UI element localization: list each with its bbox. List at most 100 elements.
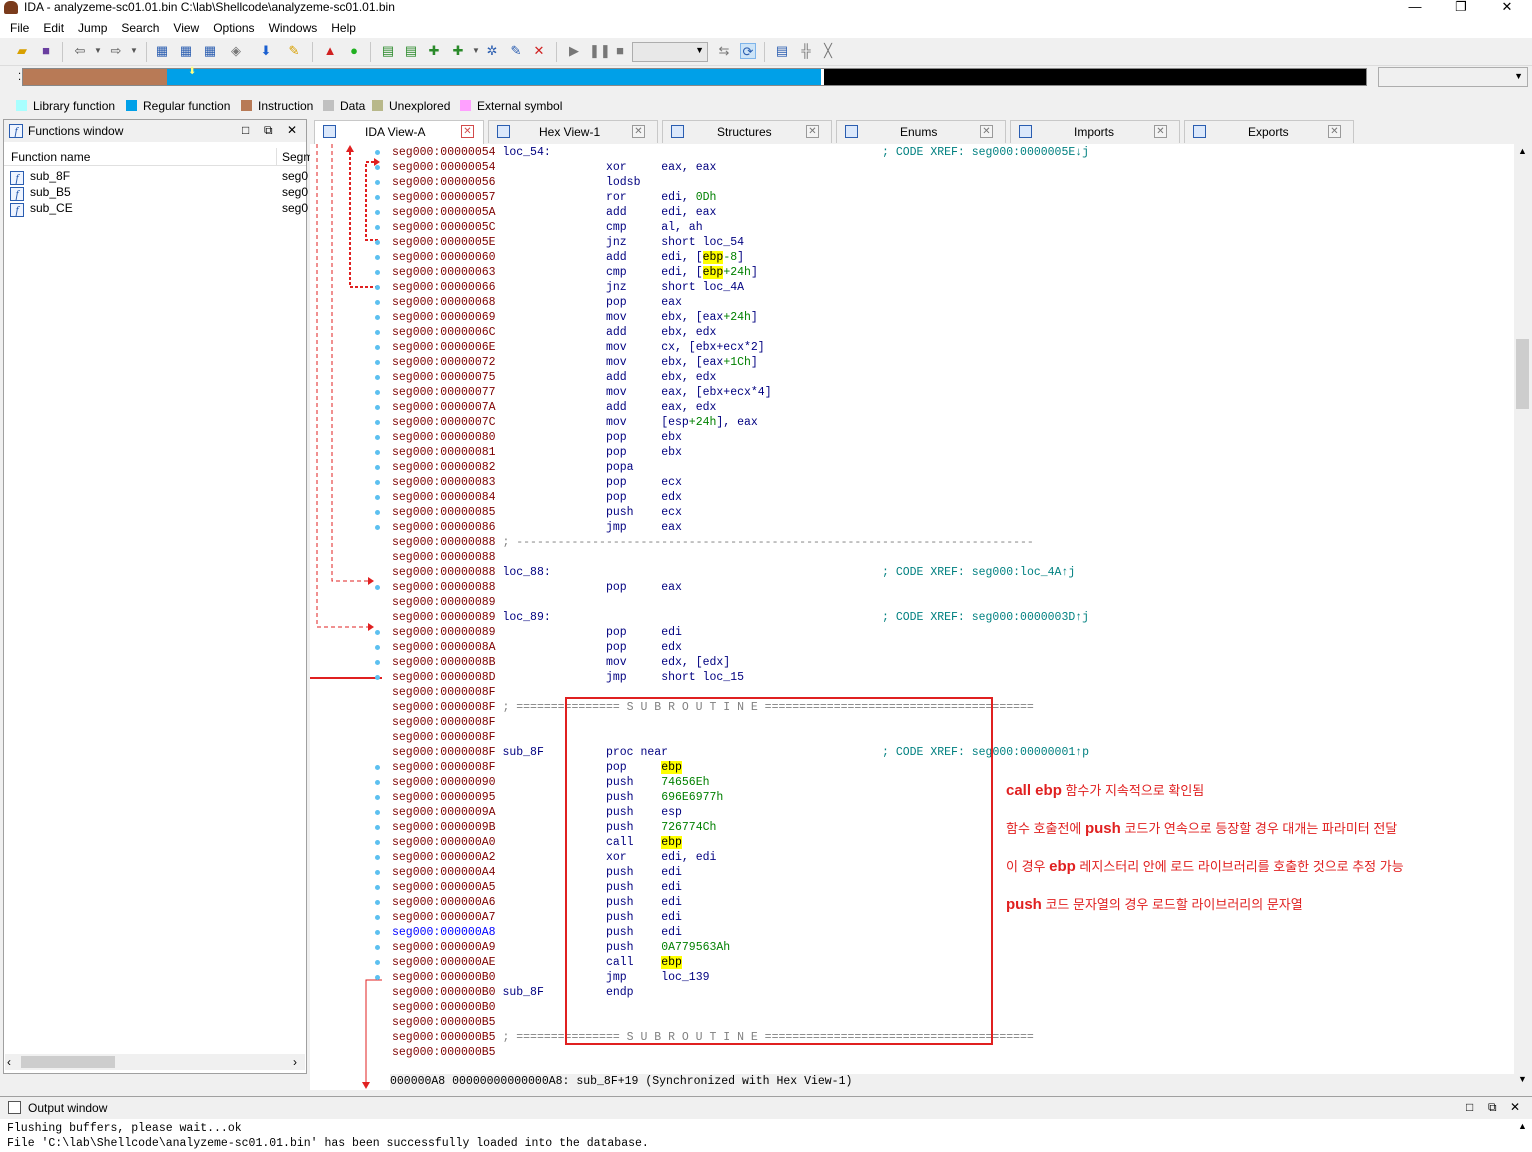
- code-line[interactable]: seg000:00000069 mov ebx, [eax+24h]: [392, 310, 758, 325]
- play-icon[interactable]: ▶: [566, 43, 582, 59]
- back-dropdown-icon[interactable]: ▼: [90, 43, 106, 59]
- breakpoint-delete-icon[interactable]: ╳: [820, 43, 836, 59]
- maximize-pane-icon[interactable]: □: [242, 123, 249, 137]
- code-line[interactable]: seg000:00000083 pop ecx: [392, 475, 682, 490]
- column-segment[interactable]: Segm: [282, 150, 313, 164]
- close-tab-icon[interactable]: ✕: [980, 125, 993, 138]
- search-binary-icon[interactable]: ▦: [178, 43, 194, 59]
- list-icon[interactable]: ▤: [774, 43, 790, 59]
- code-line[interactable]: seg000:00000089 loc_89: ; CODE XREF: seg…: [392, 610, 1089, 625]
- code-line[interactable]: seg000:00000088: [392, 550, 606, 565]
- code-line[interactable]: seg000:0000005A add edi, eax: [392, 205, 716, 220]
- tab-structures[interactable]: Structures ✕: [662, 120, 832, 143]
- delete-icon[interactable]: ✕: [531, 43, 547, 59]
- breakpoint-icon[interactable]: ╬: [798, 43, 814, 59]
- forward-dropdown-icon[interactable]: ▼: [126, 43, 142, 59]
- scroll-down-icon[interactable]: ▼: [1518, 1074, 1527, 1084]
- code-line[interactable]: seg000:00000089 pop edi: [392, 625, 682, 640]
- code-line[interactable]: seg000:0000005C cmp al, ah: [392, 220, 703, 235]
- tab-enums[interactable]: Enums ✕: [836, 120, 1006, 143]
- edit-icon[interactable]: ✎: [508, 43, 524, 59]
- search-imm-icon[interactable]: ▦: [202, 43, 218, 59]
- column-function-name[interactable]: Function name: [11, 150, 90, 164]
- function-row[interactable]: f sub_CE seg0: [10, 200, 308, 217]
- code-line[interactable]: seg000:0000008A pop edx: [392, 640, 682, 655]
- float-pane-icon[interactable]: ⧉: [1488, 1100, 1497, 1115]
- close-window-button[interactable]: ✕: [1484, 0, 1530, 18]
- code-line[interactable]: seg000:00000088 pop eax: [392, 580, 682, 595]
- disassembly-vscrollbar[interactable]: ▲ ▼: [1514, 144, 1531, 1090]
- code-line[interactable]: seg000:00000072 mov ebx, [eax+1Ch]: [392, 355, 758, 370]
- plugin-icon[interactable]: ✲: [484, 43, 500, 59]
- tab-ida-view-a[interactable]: IDA View-A ✕: [314, 120, 484, 145]
- code-line[interactable]: seg000:00000063 cmp edi, [ebp+24h]: [392, 265, 758, 280]
- debugger-select[interactable]: ▼: [632, 42, 708, 62]
- stop-icon[interactable]: ■: [612, 43, 628, 59]
- open-folder-icon[interactable]: ▰: [14, 43, 30, 59]
- function-row[interactable]: f sub_B5 seg0: [10, 184, 308, 201]
- close-tab-icon[interactable]: ✕: [1328, 125, 1341, 138]
- scroll-left-icon[interactable]: ‹: [7, 1055, 11, 1069]
- close-pane-icon[interactable]: ✕: [1510, 1100, 1520, 1114]
- scroll-thumb[interactable]: [21, 1056, 115, 1068]
- sync-icon[interactable]: ⟳: [740, 43, 756, 59]
- code-line[interactable]: seg000:00000081 pop ebx: [392, 445, 682, 460]
- menu-options[interactable]: Options: [206, 18, 261, 38]
- scroll-up-icon[interactable]: ▲: [1518, 146, 1527, 156]
- menu-edit[interactable]: Edit: [36, 18, 71, 38]
- code-line[interactable]: seg000:00000054 xor eax, eax: [392, 160, 716, 175]
- run-script-icon[interactable]: ●: [346, 43, 362, 59]
- code-line[interactable]: seg000:000000B5: [392, 1045, 606, 1060]
- code-line[interactable]: seg000:00000057 ror edi, 0Dh: [392, 190, 716, 205]
- maximize-pane-icon[interactable]: □: [1466, 1100, 1473, 1114]
- scroll-thumb[interactable]: [1516, 339, 1529, 409]
- menu-windows[interactable]: Windows: [262, 18, 325, 38]
- menu-help[interactable]: Help: [324, 18, 363, 38]
- code-line[interactable]: seg000:00000066 jnz short loc_4A: [392, 280, 744, 295]
- navigation-band[interactable]: ⬇: [22, 66, 1367, 86]
- menu-file[interactable]: File: [0, 18, 36, 38]
- add-dropdown-icon[interactable]: ▼: [468, 43, 484, 59]
- code-line[interactable]: seg000:00000075 add ebx, edx: [392, 370, 716, 385]
- mark-position-icon[interactable]: ✎: [286, 43, 302, 59]
- close-tab-icon[interactable]: ✕: [461, 125, 474, 138]
- code-line[interactable]: seg000:00000080 pop ebx: [392, 430, 682, 445]
- code-line[interactable]: seg000:00000085 push ecx: [392, 505, 682, 520]
- close-tab-icon[interactable]: ✕: [1154, 125, 1167, 138]
- tab-imports[interactable]: Imports ✕: [1010, 120, 1180, 143]
- code-line[interactable]: seg000:0000005E jnz short loc_54: [392, 235, 744, 250]
- code-line[interactable]: seg000:00000088 loc_88: ; CODE XREF: seg…: [392, 565, 1075, 580]
- graph-icon[interactable]: ▲: [322, 43, 338, 59]
- nav-combo[interactable]: ▼: [1378, 67, 1528, 87]
- forward-icon[interactable]: ⇨: [108, 43, 124, 59]
- code-line[interactable]: seg000:00000084 pop edx: [392, 490, 682, 505]
- close-tab-icon[interactable]: ✕: [806, 125, 819, 138]
- menu-jump[interactable]: Jump: [71, 18, 114, 38]
- attach-icon[interactable]: ⇆: [716, 43, 732, 59]
- restore-button[interactable]: ❐: [1438, 0, 1484, 18]
- create-function-icon[interactable]: ▤: [380, 43, 396, 59]
- menu-view[interactable]: View: [166, 18, 206, 38]
- tab-exports[interactable]: Exports ✕: [1184, 120, 1354, 143]
- add-enum-icon[interactable]: ✚: [426, 43, 442, 59]
- close-pane-icon[interactable]: ✕: [287, 123, 297, 137]
- code-line[interactable]: seg000:00000088 ; ----------------------…: [392, 535, 1034, 550]
- float-pane-icon[interactable]: ⧉: [264, 123, 273, 138]
- code-line[interactable]: seg000:00000068 pop eax: [392, 295, 682, 310]
- code-line[interactable]: seg000:00000082 popa: [392, 460, 661, 475]
- menu-search[interactable]: Search: [114, 18, 166, 38]
- save-icon[interactable]: ■: [38, 43, 54, 59]
- create-struct-icon[interactable]: ▤: [403, 43, 419, 59]
- minimize-button[interactable]: —: [1392, 0, 1438, 18]
- pause-icon[interactable]: ❚❚: [589, 43, 611, 59]
- code-line[interactable]: seg000:0000006E mov cx, [ebx+ecx*2]: [392, 340, 765, 355]
- search-next-icon[interactable]: ◈: [228, 43, 244, 59]
- add-item-icon[interactable]: ✚: [450, 43, 466, 59]
- code-line[interactable]: seg000:00000054 loc_54: ; CODE XREF: seg…: [392, 145, 1089, 160]
- close-tab-icon[interactable]: ✕: [632, 125, 645, 138]
- code-line[interactable]: seg000:00000089: [392, 595, 606, 610]
- search-text-icon[interactable]: ▦: [154, 43, 170, 59]
- tab-hex-view[interactable]: Hex View-1 ✕: [488, 120, 658, 143]
- code-line[interactable]: seg000:00000086 jmp eax: [392, 520, 682, 535]
- scroll-right-icon[interactable]: ›: [293, 1055, 297, 1069]
